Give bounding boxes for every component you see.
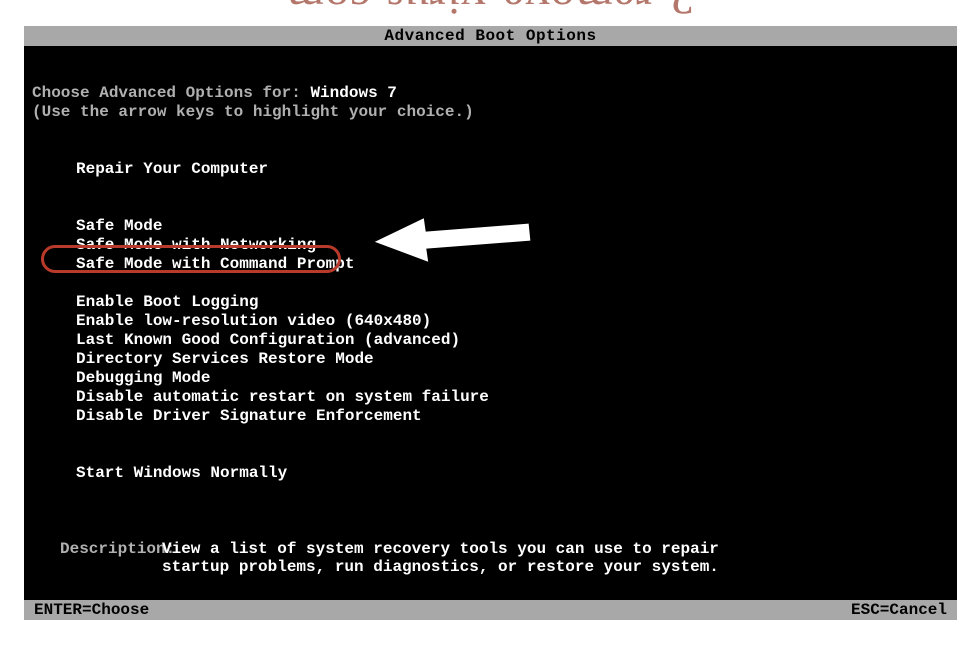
choose-line: Choose Advanced Options for: Windows 7 xyxy=(24,84,957,103)
footer-esc: ESC=Cancel xyxy=(851,601,947,619)
os-name: Windows 7 xyxy=(310,84,396,102)
option-boot-logging[interactable]: Enable Boot Logging xyxy=(24,293,957,312)
footer-bar: ENTER=Choose ESC=Cancel xyxy=(24,600,957,620)
option-repair-computer[interactable]: Repair Your Computer xyxy=(24,160,957,179)
option-safe-mode-cmd[interactable]: Safe Mode with Command Prompt xyxy=(24,255,957,274)
option-disable-auto-restart[interactable]: Disable automatic restart on system fail… xyxy=(24,388,957,407)
option-ds-restore[interactable]: Directory Services Restore Mode xyxy=(24,350,957,369)
option-low-res-video[interactable]: Enable low-resolution video (640x480) xyxy=(24,312,957,331)
option-last-known-good[interactable]: Last Known Good Configuration (advanced) xyxy=(24,331,957,350)
footer-enter: ENTER=Choose xyxy=(34,601,149,619)
boot-screen: Advanced Boot Options Choose Advanced Op… xyxy=(24,26,957,620)
option-safe-mode[interactable]: Safe Mode xyxy=(24,217,957,236)
description-row: Description: View a list of system recov… xyxy=(24,540,957,558)
option-debugging[interactable]: Debugging Mode xyxy=(24,369,957,388)
description-text-2: startup problems, run diagnostics, or re… xyxy=(162,558,719,576)
description-label: Description: xyxy=(32,540,162,558)
hint-line: (Use the arrow keys to highlight your ch… xyxy=(24,103,957,122)
description-text-1: View a list of system recovery tools you… xyxy=(162,540,719,558)
content-area: Choose Advanced Options for: Windows 7 (… xyxy=(24,46,957,576)
watermark-text: 2-remove-virus.com xyxy=(286,0,695,25)
option-start-normally[interactable]: Start Windows Normally xyxy=(24,464,957,483)
option-safe-mode-networking[interactable]: Safe Mode with Networking xyxy=(24,236,957,255)
option-disable-driver-sig[interactable]: Disable Driver Signature Enforcement xyxy=(24,407,957,426)
title-bar: Advanced Boot Options xyxy=(24,26,957,46)
